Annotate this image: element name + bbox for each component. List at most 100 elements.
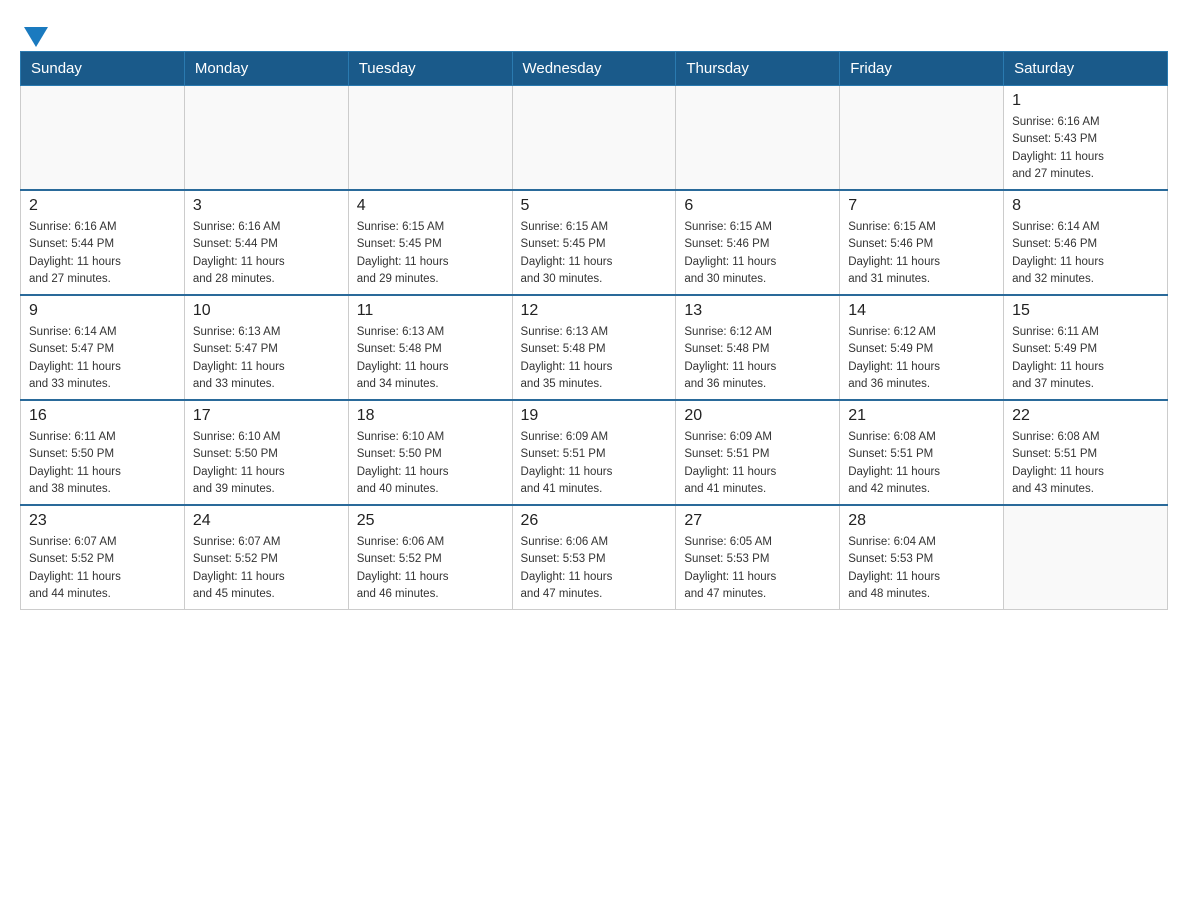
week-row-0: 1 Sunrise: 6:16 AMSunset: 5:43 PMDaylight… (21, 86, 1168, 191)
day-number: 9 (29, 302, 176, 320)
logo (20, 20, 48, 41)
calendar-cell (21, 86, 185, 191)
day-info: Sunrise: 6:13 AMSunset: 5:47 PMDaylight:… (193, 324, 340, 393)
day-number: 25 (357, 512, 504, 530)
day-number: 4 (357, 197, 504, 215)
calendar-table: SundayMondayTuesdayWednesdayThursdayFrid… (20, 51, 1168, 610)
calendar-cell: 4 Sunrise: 6:15 AMSunset: 5:45 PMDaylight… (348, 190, 512, 295)
day-number: 14 (848, 302, 995, 320)
calendar-cell: 26 Sunrise: 6:06 AMSunset: 5:53 PMDayligh… (512, 505, 676, 610)
header-saturday: Saturday (1004, 52, 1168, 86)
day-number: 11 (357, 302, 504, 320)
day-number: 15 (1012, 302, 1159, 320)
calendar-cell: 14 Sunrise: 6:12 AMSunset: 5:49 PMDayligh… (840, 295, 1004, 400)
day-info: Sunrise: 6:09 AMSunset: 5:51 PMDaylight:… (521, 429, 668, 498)
calendar-cell (1004, 505, 1168, 610)
day-number: 6 (684, 197, 831, 215)
day-info: Sunrise: 6:07 AMSunset: 5:52 PMDaylight:… (193, 534, 340, 603)
day-info: Sunrise: 6:06 AMSunset: 5:53 PMDaylight:… (521, 534, 668, 603)
day-info: Sunrise: 6:16 AMSunset: 5:43 PMDaylight:… (1012, 114, 1159, 183)
header-thursday: Thursday (676, 52, 840, 86)
day-number: 1 (1012, 92, 1159, 110)
calendar-header: SundayMondayTuesdayWednesdayThursdayFrid… (21, 52, 1168, 86)
day-info: Sunrise: 6:04 AMSunset: 5:53 PMDaylight:… (848, 534, 995, 603)
day-info: Sunrise: 6:09 AMSunset: 5:51 PMDaylight:… (684, 429, 831, 498)
day-number: 18 (357, 407, 504, 425)
week-row-3: 16Sunrise: 6:11 AMSunset: 5:50 PMDayligh… (21, 400, 1168, 505)
calendar-cell: 11 Sunrise: 6:13 AMSunset: 5:48 PMDayligh… (348, 295, 512, 400)
calendar-cell: 20 Sunrise: 6:09 AMSunset: 5:51 PMDayligh… (676, 400, 840, 505)
week-row-2: 9 Sunrise: 6:14 AMSunset: 5:47 PMDaylight… (21, 295, 1168, 400)
calendar-cell: 16Sunrise: 6:11 AMSunset: 5:50 PMDayligh… (21, 400, 185, 505)
day-number: 7 (848, 197, 995, 215)
logo-line1 (20, 25, 48, 47)
calendar-cell: 17Sunrise: 6:10 AMSunset: 5:50 PMDayligh… (184, 400, 348, 505)
calendar-cell (348, 86, 512, 191)
day-info: Sunrise: 6:14 AMSunset: 5:46 PMDaylight:… (1012, 219, 1159, 288)
calendar-cell: 9 Sunrise: 6:14 AMSunset: 5:47 PMDaylight… (21, 295, 185, 400)
day-info: Sunrise: 6:12 AMSunset: 5:49 PMDaylight:… (848, 324, 995, 393)
calendar-cell (184, 86, 348, 191)
day-info: Sunrise: 6:07 AMSunset: 5:52 PMDaylight:… (29, 534, 176, 603)
calendar-cell: 3 Sunrise: 6:16 AMSunset: 5:44 PMDaylight… (184, 190, 348, 295)
calendar-cell (512, 86, 676, 191)
calendar-cell: 22 Sunrise: 6:08 AMSunset: 5:51 PMDayligh… (1004, 400, 1168, 505)
logo-triangle-icon (24, 27, 48, 47)
day-info: Sunrise: 6:15 AMSunset: 5:45 PMDaylight:… (521, 219, 668, 288)
day-number: 10 (193, 302, 340, 320)
calendar-cell: 25 Sunrise: 6:06 AMSunset: 5:52 PMDayligh… (348, 505, 512, 610)
calendar-cell: 24 Sunrise: 6:07 AMSunset: 5:52 PMDayligh… (184, 505, 348, 610)
day-number: 22 (1012, 407, 1159, 425)
header-monday: Monday (184, 52, 348, 86)
calendar-cell: 6 Sunrise: 6:15 AMSunset: 5:46 PMDaylight… (676, 190, 840, 295)
day-info: Sunrise: 6:16 AMSunset: 5:44 PMDaylight:… (29, 219, 176, 288)
day-info: Sunrise: 6:10 AMSunset: 5:50 PMDaylight:… (193, 429, 340, 498)
header (20, 20, 1168, 41)
day-info: Sunrise: 6:08 AMSunset: 5:51 PMDaylight:… (848, 429, 995, 498)
calendar-body: 1 Sunrise: 6:16 AMSunset: 5:43 PMDaylight… (21, 86, 1168, 610)
day-info: Sunrise: 6:16 AMSunset: 5:44 PMDaylight:… (193, 219, 340, 288)
day-number: 27 (684, 512, 831, 530)
day-number: 21 (848, 407, 995, 425)
week-row-1: 2 Sunrise: 6:16 AMSunset: 5:44 PMDaylight… (21, 190, 1168, 295)
calendar-cell: 7Sunrise: 6:15 AMSunset: 5:46 PMDaylight… (840, 190, 1004, 295)
day-info: Sunrise: 6:06 AMSunset: 5:52 PMDaylight:… (357, 534, 504, 603)
calendar-cell: 23 Sunrise: 6:07 AMSunset: 5:52 PMDayligh… (21, 505, 185, 610)
day-number: 13 (684, 302, 831, 320)
calendar-cell: 19 Sunrise: 6:09 AMSunset: 5:51 PMDayligh… (512, 400, 676, 505)
day-info: Sunrise: 6:15 AMSunset: 5:45 PMDaylight:… (357, 219, 504, 288)
day-number: 26 (521, 512, 668, 530)
day-number: 3 (193, 197, 340, 215)
header-friday: Friday (840, 52, 1004, 86)
day-info: Sunrise: 6:13 AMSunset: 5:48 PMDaylight:… (521, 324, 668, 393)
calendar-cell: 15 Sunrise: 6:11 AMSunset: 5:49 PMDayligh… (1004, 295, 1168, 400)
day-number: 5 (521, 197, 668, 215)
day-number: 8 (1012, 197, 1159, 215)
day-info: Sunrise: 6:13 AMSunset: 5:48 PMDaylight:… (357, 324, 504, 393)
day-number: 19 (521, 407, 668, 425)
calendar-cell: 5 Sunrise: 6:15 AMSunset: 5:45 PMDaylight… (512, 190, 676, 295)
day-info: Sunrise: 6:12 AMSunset: 5:48 PMDaylight:… (684, 324, 831, 393)
calendar-cell (676, 86, 840, 191)
calendar-cell: 21 Sunrise: 6:08 AMSunset: 5:51 PMDayligh… (840, 400, 1004, 505)
day-info: Sunrise: 6:10 AMSunset: 5:50 PMDaylight:… (357, 429, 504, 498)
day-info: Sunrise: 6:05 AMSunset: 5:53 PMDaylight:… (684, 534, 831, 603)
header-row: SundayMondayTuesdayWednesdayThursdayFrid… (21, 52, 1168, 86)
day-info: Sunrise: 6:08 AMSunset: 5:51 PMDaylight:… (1012, 429, 1159, 498)
day-number: 20 (684, 407, 831, 425)
day-number: 24 (193, 512, 340, 530)
calendar-cell: 28Sunrise: 6:04 AMSunset: 5:53 PMDayligh… (840, 505, 1004, 610)
day-info: Sunrise: 6:11 AMSunset: 5:49 PMDaylight:… (1012, 324, 1159, 393)
day-info: Sunrise: 6:11 AMSunset: 5:50 PMDaylight:… (29, 429, 176, 498)
day-number: 12 (521, 302, 668, 320)
day-info: Sunrise: 6:14 AMSunset: 5:47 PMDaylight:… (29, 324, 176, 393)
calendar-cell: 2 Sunrise: 6:16 AMSunset: 5:44 PMDaylight… (21, 190, 185, 295)
calendar-cell: 18 Sunrise: 6:10 AMSunset: 5:50 PMDayligh… (348, 400, 512, 505)
day-info: Sunrise: 6:15 AMSunset: 5:46 PMDaylight:… (684, 219, 831, 288)
calendar-cell: 27 Sunrise: 6:05 AMSunset: 5:53 PMDayligh… (676, 505, 840, 610)
calendar-cell: 12 Sunrise: 6:13 AMSunset: 5:48 PMDayligh… (512, 295, 676, 400)
week-row-4: 23 Sunrise: 6:07 AMSunset: 5:52 PMDayligh… (21, 505, 1168, 610)
calendar-cell (840, 86, 1004, 191)
day-number: 2 (29, 197, 176, 215)
day-number: 23 (29, 512, 176, 530)
